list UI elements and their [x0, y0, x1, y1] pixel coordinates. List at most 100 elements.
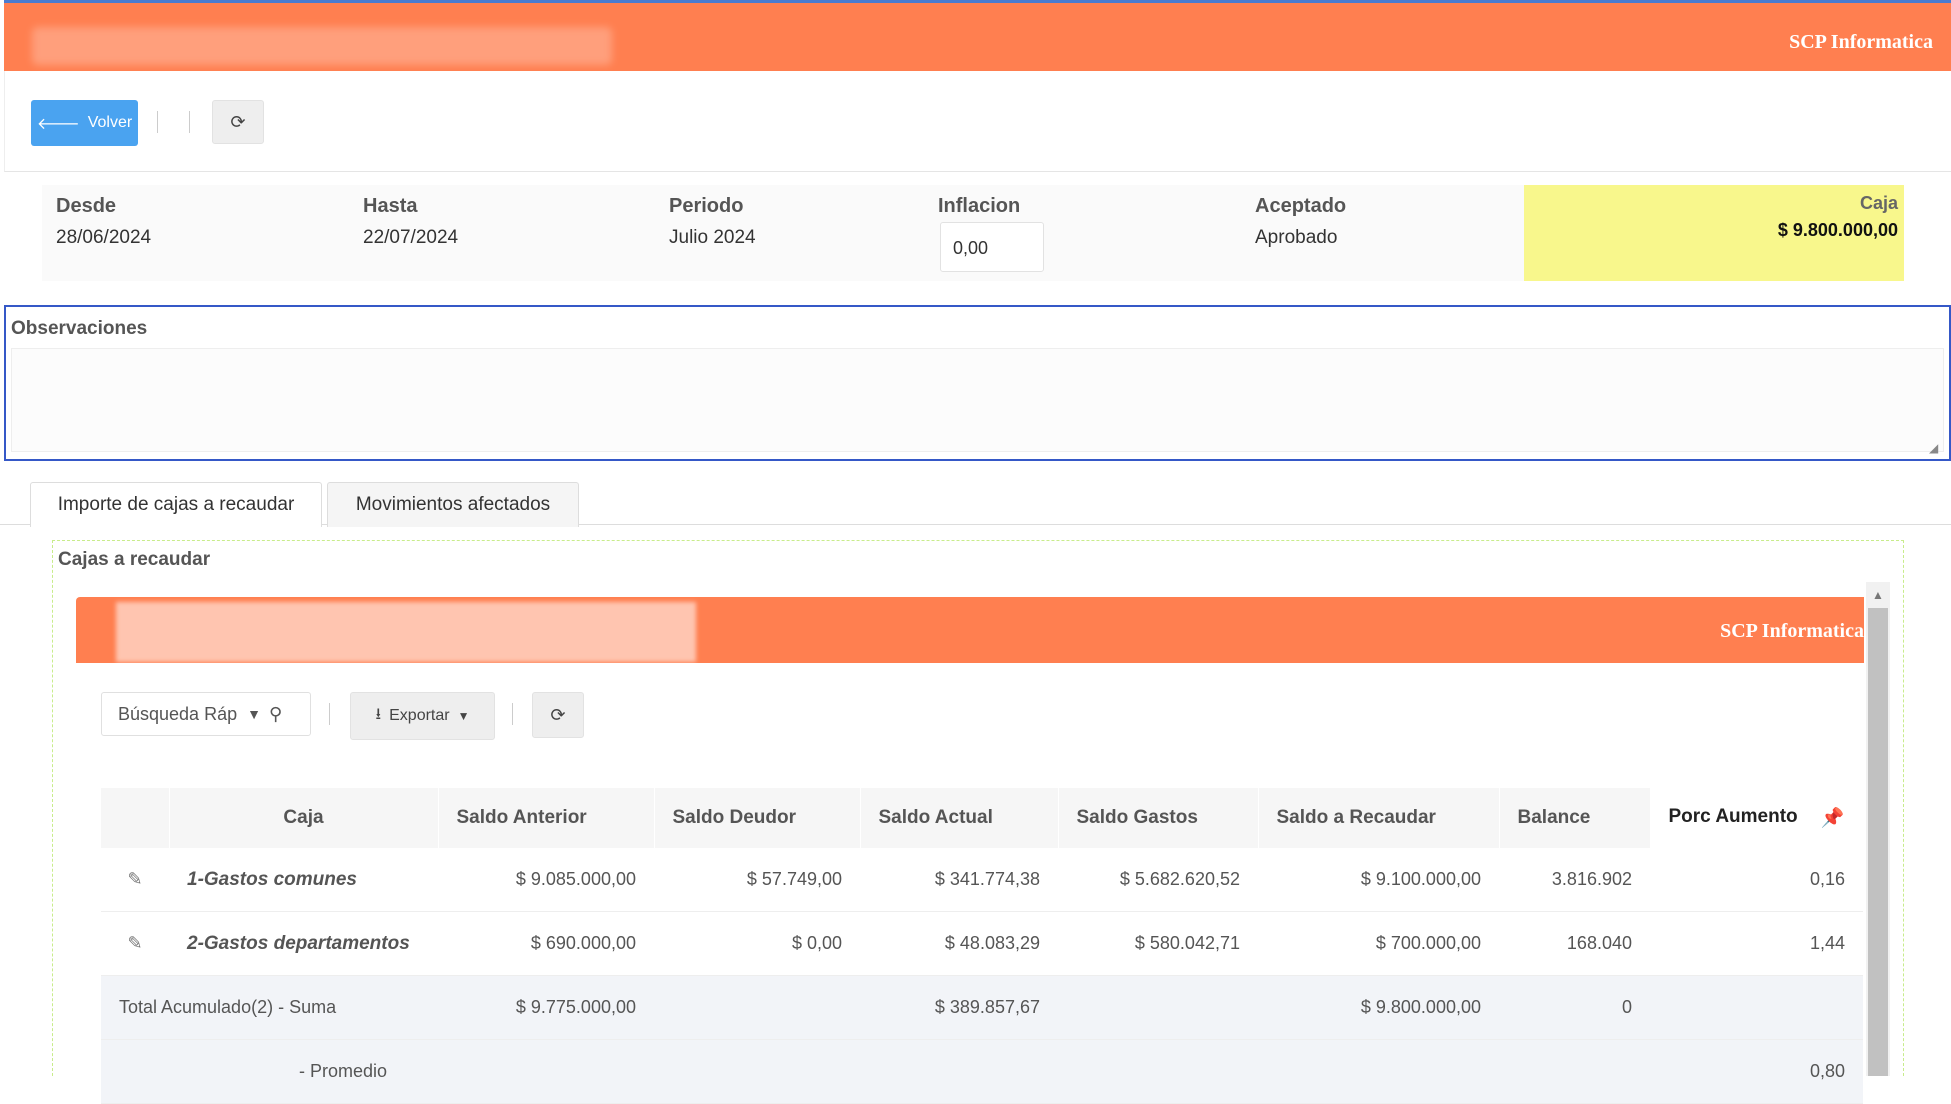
inflacion-input[interactable]: 0,00 — [940, 222, 1044, 272]
refresh-icon: ⟳ — [550, 704, 566, 725]
blurred-title — [32, 27, 612, 65]
porc-aumento: 1,44 — [1650, 911, 1863, 976]
vertical-scrollbar[interactable]: ▲ — [1866, 582, 1890, 1076]
quick-search-placeholder: Búsqueda Ráp — [118, 703, 238, 724]
caret-down-icon[interactable]: ▼ — [247, 706, 261, 722]
column-header-porc-aumento[interactable]: Porc Aumento 📌 — [1650, 788, 1864, 848]
saldo-anterior: $ 9.085.000,00 — [438, 848, 654, 912]
app-header: SCP Informatica — [4, 0, 1951, 71]
blurred-title — [116, 602, 696, 662]
tab-movimientos-afectados[interactable]: Movimientos afectados — [327, 482, 579, 527]
total-saldo-recaudar: $ 9.800.000,00 — [1258, 975, 1499, 1040]
arrow-left-icon: 🡐 — [36, 115, 80, 133]
promedio-cell — [1058, 1039, 1258, 1104]
toolbar: 🡐 Volver ⟳ — [4, 71, 1951, 172]
hasta-value: 22/07/2024 — [363, 227, 459, 248]
saldo-deudor: $ 0,00 — [654, 911, 860, 976]
aceptado-value: Aprobado — [1255, 227, 1338, 248]
saldo-recaudar: $ 700.000,00 — [1258, 911, 1499, 976]
column-header-saldo-gastos[interactable]: Saldo Gastos — [1058, 788, 1259, 848]
column-header-actions — [101, 788, 170, 848]
total-saldo-anterior: $ 9.775.000,00 — [438, 975, 654, 1040]
aceptado-label: Aceptado — [1255, 195, 1347, 217]
promedio-cell — [860, 1039, 1058, 1104]
search-icon[interactable]: ⚲ — [269, 704, 282, 725]
table-header-row: Caja Saldo Anterior Saldo Deudor Saldo A… — [101, 788, 1864, 848]
hasta-label: Hasta — [363, 195, 418, 217]
separator — [157, 111, 158, 133]
brand-label: SCP Informatica — [1789, 31, 1933, 53]
pin-icon[interactable]: 📌 — [1821, 806, 1845, 830]
observaciones-section: Observaciones ◢ — [4, 305, 1951, 461]
promedio-porc: 0,80 — [1650, 1039, 1863, 1104]
caja-name: 1-Gastos comunes — [169, 848, 438, 912]
observaciones-label: Observaciones — [11, 318, 148, 339]
inflacion-label: Inflacion — [938, 195, 1021, 217]
download-icon: ⭳ — [375, 705, 382, 723]
edit-icon[interactable]: ✎ — [101, 848, 169, 912]
total-saldo-actual: $ 389.857,67 — [860, 975, 1058, 1040]
periodo-label: Periodo — [669, 195, 744, 217]
scroll-up-icon[interactable]: ▲ — [1872, 588, 1884, 602]
export-label: Exportar — [389, 707, 450, 724]
balance: 3.816.902 — [1499, 848, 1650, 912]
saldo-deudor: $ 57.749,00 — [654, 848, 860, 912]
desde-value: 28/06/2024 — [56, 227, 152, 248]
caja-label: Caja — [1859, 193, 1898, 213]
total-balance: 0 — [1499, 975, 1650, 1040]
saldo-actual: $ 48.083,29 — [860, 911, 1058, 976]
balance: 168.040 — [1499, 911, 1650, 976]
total-row: Total Acumulado(2) - Suma $ 9.775.000,00… — [101, 975, 1863, 1040]
promedio-cell — [1258, 1039, 1499, 1104]
column-header-caja[interactable]: Caja — [169, 788, 439, 848]
edit-icon[interactable]: ✎ — [101, 911, 169, 976]
refresh-button[interactable]: ⟳ — [212, 100, 264, 144]
saldo-gastos: $ 5.682.620,52 — [1058, 848, 1258, 912]
promedio-cell — [654, 1039, 860, 1104]
saldo-anterior: $ 690.000,00 — [438, 911, 654, 976]
separator — [512, 703, 513, 725]
caret-down-icon: ▼ — [457, 709, 470, 723]
resize-grip-icon[interactable]: ◢ — [1929, 441, 1943, 455]
observaciones-textarea[interactable] — [11, 348, 1944, 452]
porc-aumento-label: Porc Aumento — [1668, 806, 1798, 827]
table-row[interactable]: ✎ 2-Gastos departamentos $ 690.000,00 $ … — [101, 911, 1863, 976]
export-button[interactable]: ⭳ Exportar ▼ — [350, 692, 495, 740]
desde-label: Desde — [56, 195, 117, 217]
cajas-table: Caja Saldo Anterior Saldo Deudor Saldo A… — [101, 788, 1864, 1104]
separator — [189, 111, 190, 133]
table-row[interactable]: ✎ 1-Gastos comunes $ 9.085.000,00 $ 57.7… — [101, 848, 1863, 912]
total-saldo-deudor — [654, 975, 860, 1040]
inner-brand-label: SCP Informatica — [1720, 620, 1864, 642]
total-porc — [1650, 975, 1863, 1040]
column-header-saldo-actual[interactable]: Saldo Actual — [860, 788, 1059, 848]
quick-search-input[interactable]: Búsqueda Ráp ▼ ⚲ — [101, 692, 311, 736]
caja-value: $ 9.800.000,00 — [1777, 220, 1898, 240]
periodo-value: Julio 2024 — [669, 227, 756, 248]
saldo-gastos: $ 580.042,71 — [1058, 911, 1258, 976]
tab-importe-cajas[interactable]: Importe de cajas a recaudar — [30, 482, 322, 527]
back-button-label: Volver — [87, 114, 133, 131]
refresh-icon: ⟳ — [230, 111, 246, 132]
panel-title: Cajas a recaudar — [58, 549, 211, 570]
column-header-saldo-anterior[interactable]: Saldo Anterior — [438, 788, 655, 848]
caja-name: 2-Gastos departamentos — [169, 911, 438, 976]
separator — [329, 703, 330, 725]
promedio-cell — [438, 1039, 654, 1104]
inner-header: SCP Informatica — [76, 597, 1864, 663]
saldo-actual: $ 341.774,38 — [860, 848, 1058, 912]
column-header-balance[interactable]: Balance — [1499, 788, 1651, 848]
promedio-cell — [1499, 1039, 1650, 1104]
porc-aumento: 0,16 — [1650, 848, 1863, 912]
promedio-row: - Promedio 0,80 — [101, 1039, 1863, 1104]
saldo-recaudar: $ 9.100.000,00 — [1258, 848, 1499, 912]
grid-refresh-button[interactable]: ⟳ — [532, 692, 584, 738]
caja-total-box: Caja $ 9.800.000,00 — [1524, 185, 1904, 281]
column-header-saldo-deudor[interactable]: Saldo Deudor — [654, 788, 861, 848]
column-header-saldo-recaudar[interactable]: Saldo a Recaudar — [1258, 788, 1500, 848]
scroll-thumb[interactable] — [1868, 608, 1888, 1076]
total-label: Total Acumulado(2) - Suma — [101, 975, 438, 1040]
back-button[interactable]: 🡐 Volver — [31, 100, 138, 146]
total-saldo-gastos — [1058, 975, 1258, 1040]
promedio-label: - Promedio — [101, 1039, 438, 1104]
